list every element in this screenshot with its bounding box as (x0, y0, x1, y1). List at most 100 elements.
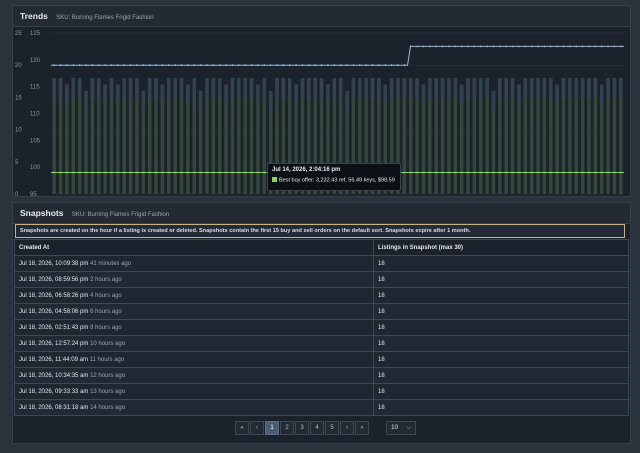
column-listings[interactable]: Listings in Snapshot (max 30) (373, 239, 629, 256)
column-created-at[interactable]: Created At (14, 239, 374, 256)
bar-top (160, 84, 165, 105)
bar-top (377, 78, 381, 99)
point (257, 171, 259, 174)
bar-top (141, 90, 146, 111)
bar-top (612, 78, 617, 99)
point (403, 64, 406, 67)
point (594, 45, 597, 48)
point (269, 64, 272, 67)
bar-top (217, 78, 222, 99)
y-right-tick: 120 (30, 58, 41, 64)
point (53, 64, 56, 67)
point (72, 64, 75, 67)
point (142, 171, 145, 174)
created-at-value: Jul 18, 2026, 04:58:06 pm (19, 308, 89, 315)
point (479, 45, 482, 48)
point (607, 171, 609, 174)
point (136, 64, 138, 67)
bar-top (338, 78, 343, 99)
per-page-select[interactable]: 10 ⌵ (386, 421, 416, 435)
bar-top (593, 78, 598, 99)
table-row: Jul 18, 2026, 10:34:35 am 12 hours ago 18 (14, 367, 629, 384)
bar-top (504, 78, 508, 99)
listing-count-cell: 18 (373, 351, 629, 368)
table-row: Jul 18, 2026, 02:51:43 pm 8 hours ago 18 (14, 319, 629, 336)
bar-top (555, 84, 559, 105)
y-right-tick: 95 (30, 192, 37, 196)
created-at-value: Jul 18, 2026, 10:34:35 am (19, 372, 89, 379)
trends-sku-label: SKU: Burning Flames Frigid Fashion (56, 15, 154, 21)
bar-top (574, 78, 579, 99)
next-page-button[interactable]: › (340, 421, 354, 435)
point (556, 45, 559, 48)
snapshots-table-body: Jul 18, 2026, 10:09:38 pm 41 minutes ago… (14, 255, 629, 416)
point (498, 45, 501, 48)
bar-top (383, 84, 388, 105)
point (231, 64, 234, 67)
point (206, 171, 208, 174)
bar-top (186, 84, 190, 105)
point (116, 171, 119, 174)
bar-top (421, 84, 426, 105)
page-2-button[interactable]: 2 (280, 421, 294, 435)
point (441, 171, 444, 174)
created-at-cell: Jul 18, 2026, 12:57:24 pm 10 hours ago (14, 335, 374, 352)
point (78, 171, 81, 174)
point (180, 171, 183, 174)
point (422, 171, 425, 174)
bar-top (549, 78, 553, 99)
snapshots-title: Snapshots (20, 208, 64, 218)
created-at-cell: Jul 18, 2026, 08:31:18 am 14 hours ago (14, 399, 374, 416)
bar-top (65, 84, 69, 105)
bar-top (510, 78, 515, 99)
point (97, 171, 100, 174)
point (307, 64, 310, 67)
point (161, 64, 164, 67)
listing-count-cell: 18 (373, 383, 629, 400)
trends-chart[interactable]: 0 5 10 15 20 25 95 100 105 110 115 120 125 Jul 14, 2… (13, 27, 630, 196)
point (518, 45, 520, 48)
bar-top (332, 78, 337, 99)
first-page-button[interactable]: « (235, 421, 249, 435)
page-4-button[interactable]: 4 (310, 421, 324, 435)
point (416, 171, 418, 174)
point (448, 45, 450, 48)
bar-top (135, 78, 139, 99)
point (365, 64, 368, 67)
page-1-button[interactable]: 1 (265, 421, 279, 435)
bar-top (491, 90, 496, 111)
point (85, 64, 87, 67)
relative-time: 2 hours ago (90, 276, 122, 283)
bar-top (498, 78, 502, 99)
point (377, 64, 380, 67)
point (199, 171, 202, 174)
point (594, 171, 597, 174)
point (276, 64, 278, 67)
bar-top (256, 84, 260, 105)
point (231, 171, 234, 174)
point (549, 171, 552, 174)
page-5-button[interactable]: 5 (325, 421, 339, 435)
point (110, 171, 113, 174)
point (155, 64, 157, 67)
bar-top (389, 78, 394, 99)
prev-page-button[interactable]: ‹ (250, 421, 264, 435)
bar-top (447, 78, 451, 99)
bar-top (472, 78, 477, 99)
bar-top (262, 78, 267, 99)
point (409, 45, 412, 48)
bar-top (192, 78, 197, 99)
point (193, 64, 196, 67)
bar-top (224, 84, 228, 105)
bar-top (396, 78, 400, 99)
bar-top (440, 78, 445, 99)
snapshots-header: Snapshots SKU: Burning Flames Frigid Fas… (13, 203, 630, 224)
point (85, 171, 87, 174)
point (116, 64, 119, 67)
page-3-button[interactable]: 3 (295, 421, 309, 435)
y-right-tick: 125 (30, 31, 41, 37)
created-at-cell: Jul 18, 2026, 10:34:35 am 12 hours ago (14, 367, 374, 384)
last-page-button[interactable]: » (355, 421, 369, 435)
trends-header: Trends SKU: Burning Flames Frigid Fashio… (13, 6, 630, 27)
point (403, 171, 406, 174)
